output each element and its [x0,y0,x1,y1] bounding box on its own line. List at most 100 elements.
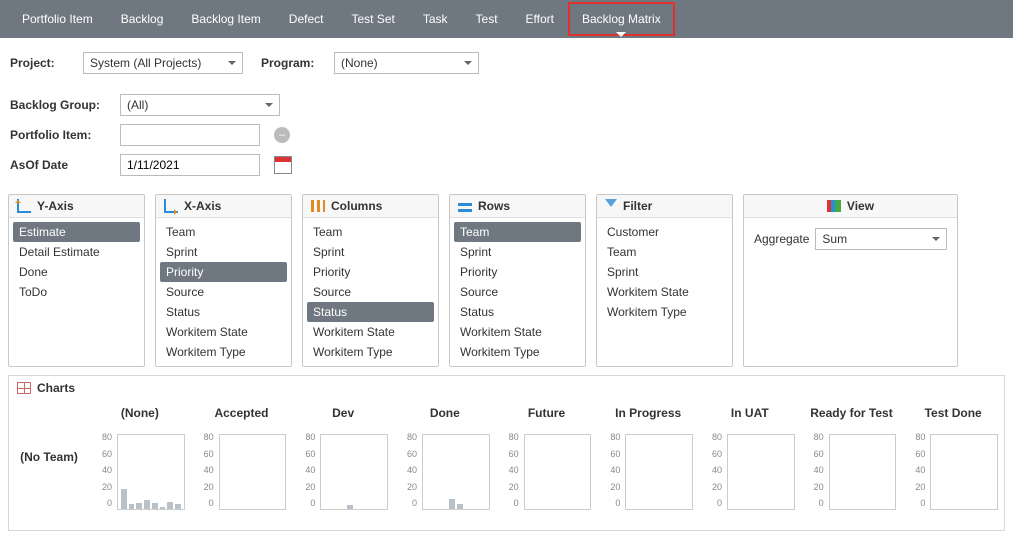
nav-tab-effort[interactable]: Effort [512,2,568,36]
rows-option-source[interactable]: Source [454,282,581,302]
nav-tab-test[interactable]: Test [462,2,512,36]
yaxis-option-done[interactable]: Done [13,262,140,282]
y-tick: 0 [195,498,214,508]
nav-tab-backlog-item[interactable]: Backlog Item [177,2,274,36]
mini-chart: 806040200 [195,432,289,522]
xaxis-option-status[interactable]: Status [160,302,287,322]
chart-col-head: Test Done [902,400,1004,432]
nav-tab-backlog-matrix[interactable]: Backlog Matrix [568,2,675,36]
filter-option-workitem-state[interactable]: Workitem State [601,282,728,302]
xaxis-option-priority[interactable]: Priority [160,262,287,282]
rows-option-priority[interactable]: Priority [454,262,581,282]
mini-chart-yaxis: 806040200 [906,432,928,508]
y-tick: 20 [703,482,722,492]
y-tick: 40 [906,465,925,475]
panel-title: X-Axis [184,199,221,213]
y-tick: 60 [93,449,112,459]
bar [175,504,181,509]
y-tick: 0 [500,498,519,508]
asof-date-label: AsOf Date [10,158,110,172]
panel-columns: ColumnsTeamSprintPrioritySourceStatusWor… [302,194,439,367]
rows-option-sprint[interactable]: Sprint [454,242,581,262]
project-select[interactable]: System (All Projects) [83,52,243,74]
rows-option-team[interactable]: Team [454,222,581,242]
nav-tab-test-set[interactable]: Test Set [337,2,408,36]
chart-row-head: (No Team) [9,432,89,530]
columns-icon [311,200,325,212]
mini-chart-plot [219,434,287,510]
y-tick: 80 [398,432,417,442]
xaxis-option-workitem-state[interactable]: Workitem State [160,322,287,342]
backlog-group-select[interactable]: (All) [120,94,280,116]
bar [167,502,173,509]
y-tick: 60 [906,449,925,459]
filter-option-sprint[interactable]: Sprint [601,262,728,282]
y-tick: 0 [93,498,112,508]
panel-head-yaxis: Y-Axis [9,195,144,218]
columns-option-priority[interactable]: Priority [307,262,434,282]
panel-view: ViewAggregateSum [743,194,958,367]
panel-head-columns: Columns [303,195,438,218]
backlog-group-value: (All) [127,98,148,112]
bar [449,499,455,509]
main-toolbar: Project: System (All Projects) Program: … [0,38,1013,76]
filter-option-workitem-type[interactable]: Workitem Type [601,302,728,322]
y-tick: 60 [703,449,722,459]
aggregate-select[interactable]: Sum [815,228,947,250]
rows-option-workitem-type[interactable]: Workitem Type [454,342,581,362]
yaxis-option-detail-estimate[interactable]: Detail Estimate [13,242,140,262]
clear-icon[interactable]: – [274,127,290,143]
nav-tab-task[interactable]: Task [409,2,462,36]
mini-chart: 806040200 [906,432,1000,522]
xaxis-option-sprint[interactable]: Sprint [160,242,287,262]
columns-option-sprint[interactable]: Sprint [307,242,434,262]
nav-tab-portfolio-item[interactable]: Portfolio Item [8,2,107,36]
nav-tab-backlog[interactable]: Backlog [107,2,178,36]
y-tick: 80 [906,432,925,442]
y-tick: 60 [601,449,620,459]
charts-corner [9,400,89,432]
charts-section: Charts (None)AcceptedDevDoneFutureIn Pro… [8,375,1005,531]
panel-body-rows: TeamSprintPrioritySourceStatusWorkitem S… [450,218,585,366]
panel-body-yaxis: EstimateDetail EstimateDoneToDo [9,218,144,338]
mini-chart: 806040200 [601,432,695,522]
panel-body-filter: CustomerTeamSprintWorkitem StateWorkitem… [597,218,732,338]
columns-option-workitem-state[interactable]: Workitem State [307,322,434,342]
y-tick: 60 [500,449,519,459]
columns-option-team[interactable]: Team [307,222,434,242]
asof-date-input[interactable] [120,154,260,176]
chart-col-head: Ready for Test [801,400,903,432]
yaxis-option-estimate[interactable]: Estimate [13,222,140,242]
y-tick: 60 [296,449,315,459]
xaxis-option-source[interactable]: Source [160,282,287,302]
program-label: Program: [261,56,316,70]
rows-option-status[interactable]: Status [454,302,581,322]
panel-title: Columns [331,199,382,213]
calendar-icon[interactable] [274,156,292,174]
mini-chart-yaxis: 806040200 [398,432,420,508]
mini-chart-yaxis: 806040200 [601,432,623,508]
xaxis-option-team[interactable]: Team [160,222,287,242]
panel-head-xaxis: X-Axis [156,195,291,218]
xaxis-icon [164,199,178,213]
portfolio-item-input[interactable] [120,124,260,146]
rows-option-workitem-state[interactable]: Workitem State [454,322,581,342]
columns-option-source[interactable]: Source [307,282,434,302]
xaxis-option-workitem-type[interactable]: Workitem Type [160,342,287,362]
mini-chart-yaxis: 806040200 [195,432,217,508]
y-tick: 60 [805,449,824,459]
bar [136,503,142,509]
columns-option-status[interactable]: Status [307,302,434,322]
program-select[interactable]: (None) [334,52,479,74]
bar [121,489,127,509]
yaxis-option-todo[interactable]: ToDo [13,282,140,302]
filter-option-team[interactable]: Team [601,242,728,262]
y-tick: 80 [195,432,214,442]
mini-chart-plot [320,434,388,510]
filter-option-customer[interactable]: Customer [601,222,728,242]
nav-tab-defect[interactable]: Defect [275,2,338,36]
y-tick: 20 [296,482,315,492]
columns-option-workitem-type[interactable]: Workitem Type [307,342,434,362]
y-tick: 80 [805,432,824,442]
charts-title: Charts [37,381,75,395]
